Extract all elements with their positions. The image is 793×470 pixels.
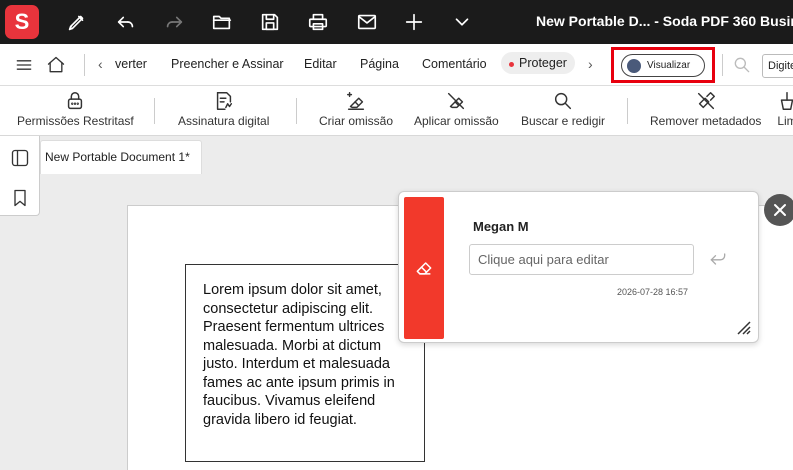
highlight-annotation <box>611 47 715 83</box>
undo-icon[interactable] <box>112 8 140 36</box>
protect-toolbar: Permissões Restritasf Assinatura digital… <box>0 86 793 136</box>
tab-edit[interactable]: Editar <box>304 57 337 71</box>
create-redaction-button[interactable]: Criar omissão <box>319 86 394 135</box>
divider <box>84 54 85 76</box>
remove-metadata-icon <box>697 92 715 110</box>
tool-label: Buscar e redigir <box>521 114 606 128</box>
comment-popup: Megan M 2026-07-28 16:57 <box>398 191 759 343</box>
tab-page[interactable]: Página <box>360 57 399 71</box>
tool-label: Assinatura digital <box>178 114 270 128</box>
eraser-icon <box>416 262 432 275</box>
tab-protect-label: Proteger <box>519 56 567 70</box>
save-icon[interactable] <box>256 8 284 36</box>
comment-stripe <box>404 197 444 339</box>
apply-redaction-button[interactable]: Aplicar omissão <box>414 86 499 135</box>
restricted-permissions-button[interactable]: Permissões Restritasf <box>17 86 134 135</box>
panel-toggle-icon[interactable] <box>8 146 32 170</box>
search-redact-icon <box>554 92 572 110</box>
divider <box>627 98 628 124</box>
text-box[interactable]: Lorem ipsum dolor sit amet, consectetur … <box>185 264 425 462</box>
divider <box>296 98 297 124</box>
create-redaction-icon <box>347 92 365 110</box>
digital-signature-button[interactable]: Assinatura digital <box>178 86 270 135</box>
redo-icon[interactable] <box>160 8 188 36</box>
mail-icon[interactable] <box>353 8 381 36</box>
add-icon[interactable] <box>400 8 428 36</box>
comment-input[interactable] <box>469 244 694 275</box>
title-bar: S New Portable D... - Soda PDF 360 Busin… <box>0 0 793 44</box>
document-tab[interactable]: New Portable Document 1* <box>40 140 202 174</box>
tool-label: Aplicar omissão <box>414 114 499 128</box>
reply-icon[interactable] <box>707 248 729 270</box>
search-icon[interactable] <box>730 53 754 77</box>
tab-protect[interactable]: Proteger <box>501 52 575 74</box>
open-folder-icon[interactable] <box>208 8 236 36</box>
left-side-panel <box>0 136 40 216</box>
search-redact-button[interactable]: Buscar e redigir <box>521 86 606 135</box>
remove-metadata-button[interactable]: Remover metadados <box>650 86 762 135</box>
comment-author: Megan M <box>473 219 529 234</box>
scroll-right-icon[interactable]: › <box>588 56 593 72</box>
print-icon[interactable] <box>304 8 332 36</box>
active-tab-indicator <box>509 62 514 67</box>
apply-redaction-icon <box>448 92 465 110</box>
tool-label: Lim <box>777 114 793 128</box>
scroll-left-icon[interactable]: ‹ <box>98 56 103 72</box>
resize-handle-icon[interactable] <box>735 319 751 335</box>
comment-timestamp: 2026-07-28 16:57 <box>617 287 689 297</box>
divider <box>154 98 155 124</box>
clean-button[interactable]: Lim <box>776 86 793 135</box>
document-text: Lorem ipsum dolor sit amet, consectetur … <box>203 282 395 428</box>
tab-fill-sign[interactable]: Preencher e Assinar <box>171 57 284 71</box>
tab-comment[interactable]: Comentário <box>422 57 487 71</box>
tool-label: Remover metadados <box>650 114 762 128</box>
tab-converter[interactable]: verter <box>115 57 147 71</box>
app-logo[interactable]: S <box>5 5 39 39</box>
bookmark-icon[interactable] <box>8 186 32 210</box>
lock-icon <box>68 92 83 110</box>
hamburger-menu-icon[interactable] <box>12 53 36 77</box>
home-icon[interactable] <box>44 53 68 77</box>
close-icon[interactable] <box>764 194 793 226</box>
pen-icon[interactable] <box>63 8 91 36</box>
divider <box>722 54 723 76</box>
tool-label: Criar omissão <box>319 114 394 128</box>
clean-icon <box>780 92 793 110</box>
tool-label: Permissões Restritasf <box>17 114 134 128</box>
window-title: New Portable D... - Soda PDF 360 Busines… <box>536 13 793 29</box>
chevron-down-icon[interactable] <box>448 8 476 36</box>
search-input[interactable]: Digite <box>762 54 793 78</box>
signature-icon <box>216 92 232 110</box>
